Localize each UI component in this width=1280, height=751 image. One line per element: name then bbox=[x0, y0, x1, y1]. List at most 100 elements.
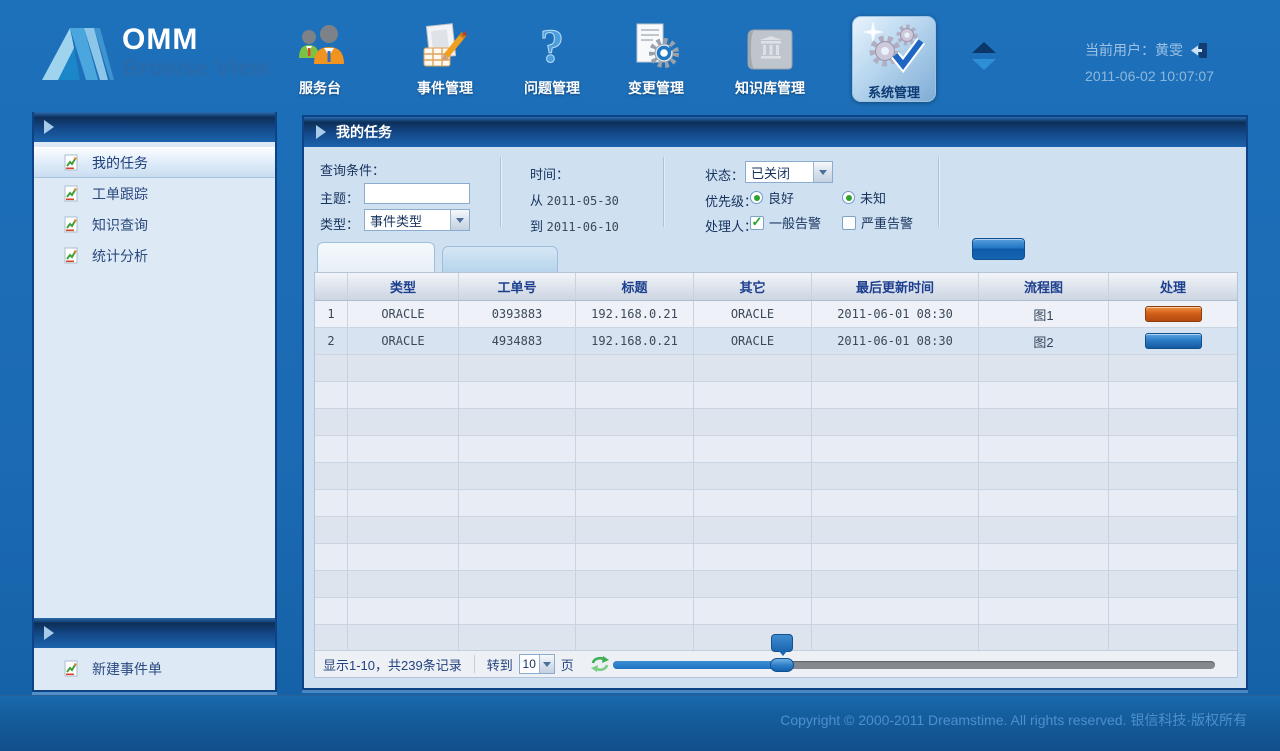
tab-list-2[interactable] bbox=[442, 246, 558, 272]
nav-item-change-mgmt[interactable]: 变更管理 bbox=[600, 20, 712, 98]
slider-handle[interactable] bbox=[770, 658, 794, 672]
to-date-value[interactable]: 2011-06-10 bbox=[547, 220, 619, 234]
handler-option-severe[interactable]: 严重告警 bbox=[842, 213, 913, 232]
user-info: 当前用户：黄雯 2011-06-02 10:07:07 bbox=[1085, 40, 1214, 84]
page-unit-label: 页 bbox=[561, 655, 574, 674]
row-other: ORACLE bbox=[694, 328, 812, 354]
main-panel: 我的任务 查询条件： 主题： 类型： 事件类型 时间： 从 2011-05-30… bbox=[302, 115, 1248, 690]
column-header-title[interactable]: 标题 bbox=[576, 273, 694, 300]
table-header-row: 类型 工单号 标题 其它 最后更新时间 流程图 处理 bbox=[315, 273, 1237, 301]
change-icon bbox=[600, 20, 712, 72]
filter-divider bbox=[663, 157, 664, 227]
nav-item-knowledge-mgmt[interactable]: 知识库管理 bbox=[714, 20, 826, 98]
row-action-button[interactable] bbox=[1145, 333, 1202, 349]
table-row[interactable]: 2 ORACLE 4934883 192.168.0.21 ORACLE 201… bbox=[315, 328, 1237, 355]
column-header-ticket-no[interactable]: 工单号 bbox=[459, 273, 576, 300]
dropdown-arrow-icon[interactable] bbox=[450, 210, 469, 230]
table-row-empty bbox=[315, 355, 1237, 382]
checkbox-icon[interactable] bbox=[750, 216, 764, 230]
sidebar-bottom-header[interactable] bbox=[34, 618, 275, 648]
logout-icon[interactable] bbox=[1191, 43, 1208, 58]
query-conditions-label: 查询条件： bbox=[320, 160, 385, 179]
column-header-action[interactable]: 处理 bbox=[1109, 273, 1237, 300]
tab-list-1[interactable] bbox=[317, 242, 435, 272]
task-doc-icon bbox=[62, 660, 80, 678]
arrow-right-icon bbox=[44, 626, 54, 640]
table-row-empty bbox=[315, 517, 1237, 544]
table-row-empty bbox=[315, 598, 1237, 625]
column-header-other[interactable]: 其它 bbox=[694, 273, 812, 300]
table-row-empty bbox=[315, 490, 1237, 517]
page-size-select[interactable]: 10 bbox=[519, 654, 555, 674]
nav-item-system-mgmt[interactable]: 系统管理 bbox=[852, 16, 936, 102]
row-flowchart-link[interactable]: 图2 bbox=[979, 328, 1109, 354]
sidebar-item-knowledge-query[interactable]: 知识查询 bbox=[34, 209, 275, 240]
nav-label: 系统管理 bbox=[853, 82, 935, 101]
page-slider-track[interactable] bbox=[613, 661, 1215, 669]
from-date-value[interactable]: 2011-05-30 bbox=[547, 194, 619, 208]
nav-item-incident-mgmt[interactable]: 事件管理 bbox=[389, 20, 501, 98]
nav-item-service-desk[interactable]: 服务台 bbox=[264, 20, 376, 98]
panel-title: 我的任务 bbox=[336, 122, 392, 142]
sidebar-top-header[interactable] bbox=[34, 112, 275, 142]
to-label: 到 bbox=[530, 219, 543, 234]
column-header bbox=[315, 273, 348, 300]
app-logo: OMM Browse View bbox=[40, 24, 270, 82]
row-updated: 2011-06-01 08:30 bbox=[812, 301, 979, 327]
row-flowchart-link[interactable]: 图1 bbox=[979, 301, 1109, 327]
radio-icon[interactable] bbox=[842, 191, 855, 204]
handler-option-general[interactable]: 一般告警 bbox=[750, 213, 821, 232]
task-doc-icon bbox=[62, 154, 80, 172]
type-select-value: 事件类型 bbox=[365, 211, 450, 230]
goto-label: 转到 bbox=[487, 655, 513, 674]
refresh-button[interactable] bbox=[590, 655, 610, 673]
sidebar-item-label: 我的任务 bbox=[92, 153, 148, 173]
handler-option-label: 一般告警 bbox=[769, 213, 821, 232]
sidebar-item-new-incident[interactable]: 新建事件单 bbox=[34, 652, 275, 686]
app-window: OMM Browse View 服务台 bbox=[0, 0, 1280, 751]
sidebar-item-my-tasks[interactable]: 我的任务 bbox=[34, 147, 275, 178]
table-row-empty bbox=[315, 463, 1237, 490]
dropdown-arrow-icon[interactable] bbox=[539, 655, 554, 673]
row-updated: 2011-06-01 08:30 bbox=[812, 328, 979, 354]
nav-collapse-toggle[interactable] bbox=[968, 42, 1000, 70]
slider-bubble bbox=[771, 634, 793, 652]
sidebar-item-statistics[interactable]: 统计分析 bbox=[34, 240, 275, 271]
nav-label: 事件管理 bbox=[389, 78, 501, 98]
row-ticket-no: 0393883 bbox=[459, 301, 576, 327]
table-row-empty bbox=[315, 382, 1237, 409]
pagination-bar: 显示1-10，共239条记录 转到 10 页 bbox=[315, 650, 1237, 677]
table-row[interactable]: 1 ORACLE 0393883 192.168.0.21 ORACLE 201… bbox=[315, 301, 1237, 328]
problem-icon: ? bbox=[496, 20, 608, 72]
subject-input[interactable] bbox=[364, 183, 470, 204]
sidebar-item-label: 工单跟踪 bbox=[92, 184, 148, 204]
column-header-updated[interactable]: 最后更新时间 bbox=[812, 273, 979, 300]
sidebar-item-label: 知识查询 bbox=[92, 215, 148, 235]
sidebar-item-ticket-tracking[interactable]: 工单跟踪 bbox=[34, 178, 275, 209]
column-header-flowchart[interactable]: 流程图 bbox=[979, 273, 1109, 300]
row-other: ORACLE bbox=[694, 301, 812, 327]
page-footer: Copyright © 2000-2011 Dreamstime. All ri… bbox=[0, 695, 1280, 751]
nav-label: 服务台 bbox=[264, 78, 376, 98]
task-doc-icon bbox=[62, 247, 80, 265]
checkbox-icon[interactable] bbox=[842, 216, 856, 230]
table-row-empty bbox=[315, 544, 1237, 571]
current-user-label: 当前用户：黄雯 bbox=[1085, 40, 1183, 60]
type-label: 类型： bbox=[320, 214, 359, 233]
filter-divider bbox=[500, 157, 501, 227]
row-action-button[interactable] bbox=[1145, 306, 1202, 322]
row-ticket-no: 4934883 bbox=[459, 328, 576, 354]
row-type: ORACLE bbox=[348, 328, 459, 354]
priority-option-good[interactable]: 良好 bbox=[750, 188, 794, 207]
search-button[interactable] bbox=[972, 238, 1025, 260]
dropdown-arrow-icon[interactable] bbox=[813, 162, 832, 182]
column-header-type[interactable]: 类型 bbox=[348, 273, 459, 300]
sidebar: 我的任务 工单跟踪 知识查询 bbox=[32, 112, 277, 692]
time-from: 从 2011-05-30 bbox=[530, 190, 619, 209]
status-select[interactable]: 已关闭 bbox=[745, 161, 833, 183]
priority-option-unknown[interactable]: 未知 bbox=[842, 188, 886, 207]
type-select[interactable]: 事件类型 bbox=[364, 209, 470, 231]
radio-icon[interactable] bbox=[750, 191, 763, 204]
pager-divider bbox=[474, 655, 475, 673]
nav-item-problem-mgmt[interactable]: ? 问题管理 bbox=[496, 20, 608, 98]
